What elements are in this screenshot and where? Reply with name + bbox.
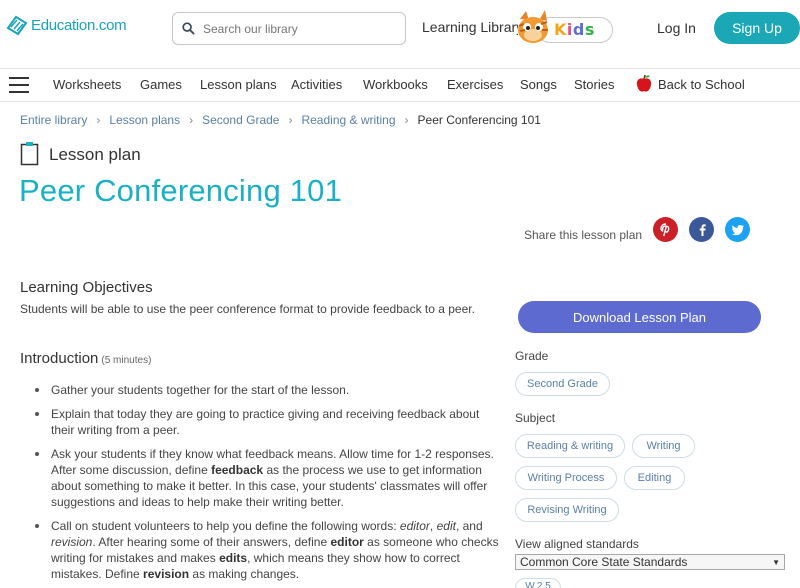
clipboard-icon bbox=[20, 142, 39, 166]
tag-writing-process[interactable]: Writing Process bbox=[515, 466, 617, 490]
breadcrumb-reading-writing[interactable]: Reading & writing bbox=[301, 113, 395, 127]
login-link[interactable]: Log In bbox=[657, 20, 696, 36]
breadcrumb-entire-library[interactable]: Entire library bbox=[20, 113, 87, 127]
tag-writing[interactable]: Writing bbox=[632, 434, 695, 458]
kids-mascot-icon bbox=[518, 10, 548, 43]
pinterest-icon[interactable] bbox=[653, 217, 678, 242]
share-label: Share this lesson plan bbox=[524, 228, 643, 242]
search-icon bbox=[182, 22, 195, 35]
chevron-right-icon: › bbox=[404, 113, 409, 127]
step-text: , and bbox=[455, 519, 483, 533]
page-title: Peer Conferencing 101 bbox=[19, 173, 343, 208]
breadcrumb-second-grade[interactable]: Second Grade bbox=[202, 113, 279, 127]
learning-library-link[interactable]: Learning Library bbox=[422, 19, 518, 35]
step-text: . After hearing some of their answers, d… bbox=[92, 535, 331, 549]
content-type-label: Lesson plan bbox=[49, 145, 141, 164]
site-logo[interactable]: Education.com bbox=[6, 14, 127, 36]
nav-back-to-school[interactable]: Back to School bbox=[658, 77, 745, 92]
apple-icon bbox=[636, 74, 652, 92]
twitter-icon[interactable] bbox=[725, 217, 750, 242]
breadcrumb-lesson-plans[interactable]: Lesson plans bbox=[109, 113, 180, 127]
objectives-text: Students will be able to use the peer co… bbox=[20, 302, 475, 316]
standards-heading: View aligned standards bbox=[515, 537, 639, 551]
list-item: Ask your students if they know what feed… bbox=[33, 446, 499, 510]
facebook-icon[interactable] bbox=[689, 217, 714, 242]
nav-lesson-plans[interactable]: Lesson plans bbox=[200, 77, 277, 92]
standards-selected-value: Common Core State Standards bbox=[520, 555, 688, 569]
standards-select[interactable]: Common Core State Standards ▼ bbox=[515, 554, 785, 570]
chevron-down-icon: ▼ bbox=[772, 558, 780, 567]
introduction-time: (5 minutes) bbox=[101, 355, 152, 366]
step-text: Explain that today they are going to pra… bbox=[51, 407, 480, 437]
chevron-right-icon: › bbox=[189, 113, 194, 127]
introduction-steps: Gather your students together for the st… bbox=[33, 382, 499, 588]
grade-heading: Grade bbox=[515, 349, 549, 363]
chevron-right-icon: › bbox=[96, 113, 101, 127]
nav-stories[interactable]: Stories bbox=[574, 77, 614, 92]
term-revision: revision bbox=[51, 535, 93, 549]
subject-heading: Subject bbox=[515, 411, 556, 425]
chevron-right-icon: › bbox=[288, 113, 293, 127]
step-text: Call on student volunteers to help you d… bbox=[51, 519, 400, 533]
logo-book-icon bbox=[6, 15, 28, 36]
logo-text: Education.com bbox=[31, 16, 127, 34]
nav-activities[interactable]: Activities bbox=[291, 77, 342, 92]
tag-standard-code[interactable]: W.2.5 bbox=[515, 578, 561, 588]
signup-button[interactable]: Sign Up bbox=[714, 12, 800, 44]
kids-label: Kids bbox=[554, 20, 595, 39]
kids-link[interactable]: Kids bbox=[512, 9, 614, 47]
introduction-heading: Introduction (5 minutes) bbox=[20, 350, 151, 367]
term-feedback: feedback bbox=[211, 463, 264, 477]
menu-icon[interactable] bbox=[9, 77, 29, 93]
step-text: Gather your students together for the st… bbox=[51, 383, 350, 397]
breadcrumb-current: Peer Conferencing 101 bbox=[417, 113, 541, 127]
list-item: Gather your students together for the st… bbox=[33, 382, 499, 398]
search-input[interactable] bbox=[203, 21, 393, 36]
term-edits-bold: edits bbox=[219, 551, 248, 565]
list-item: Explain that today they are going to pra… bbox=[33, 406, 499, 438]
tag-revising-writing[interactable]: Revising Writing bbox=[515, 498, 619, 522]
step-text: as making changes. bbox=[189, 567, 300, 581]
breadcrumb: Entire library › Lesson plans › Second G… bbox=[20, 113, 541, 127]
objectives-heading: Learning Objectives bbox=[20, 279, 153, 296]
term-editor: editor bbox=[399, 519, 430, 533]
nav-worksheets[interactable]: Worksheets bbox=[53, 77, 121, 92]
list-item: Call on student volunteers to help you d… bbox=[33, 518, 499, 582]
term-editor-bold: editor bbox=[330, 535, 364, 549]
search-box[interactable] bbox=[172, 12, 406, 45]
term-revision-bold: revision bbox=[143, 567, 190, 581]
nav-songs[interactable]: Songs bbox=[520, 77, 557, 92]
tag-reading-writing[interactable]: Reading & writing bbox=[515, 434, 625, 458]
site-header: Education.com Learning Library Kids Log … bbox=[0, 0, 800, 60]
nav-exercises[interactable]: Exercises bbox=[447, 77, 503, 92]
introduction-title: Introduction bbox=[20, 350, 99, 367]
download-lesson-plan-button[interactable]: Download Lesson Plan bbox=[518, 301, 761, 333]
tag-second-grade[interactable]: Second Grade bbox=[515, 372, 610, 396]
nav-workbooks[interactable]: Workbooks bbox=[363, 77, 428, 92]
main-nav: Worksheets Games Lesson plans Activities… bbox=[0, 68, 800, 102]
term-edit: edit bbox=[436, 519, 456, 533]
tag-editing[interactable]: Editing bbox=[624, 466, 685, 490]
nav-games[interactable]: Games bbox=[140, 77, 182, 92]
step-text: , bbox=[429, 519, 437, 533]
